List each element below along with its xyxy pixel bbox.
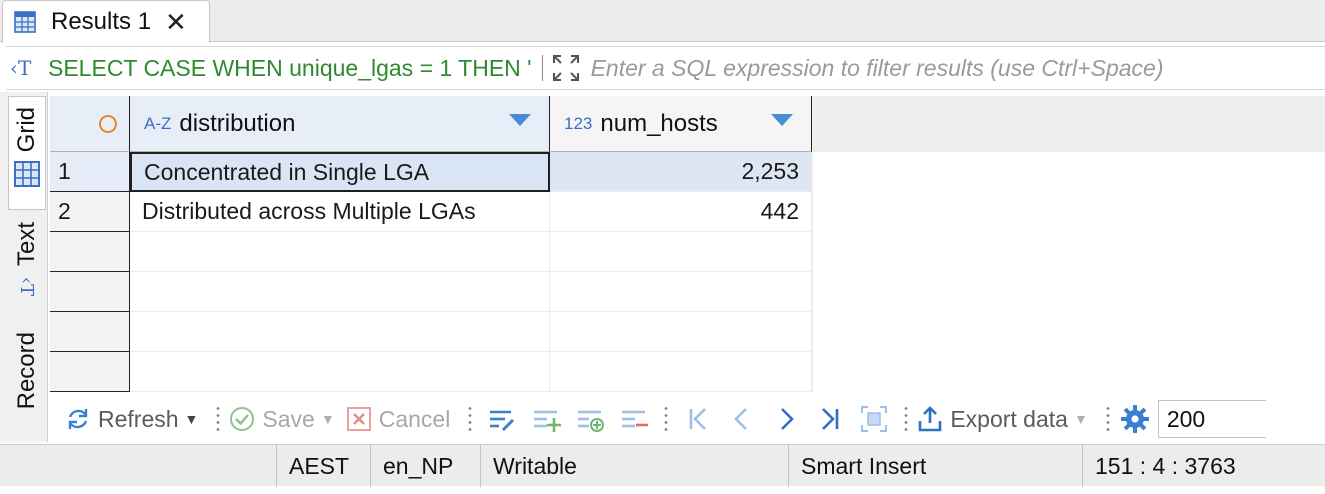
- table-cell[interactable]: 2,253: [550, 152, 812, 192]
- last-page-icon[interactable]: [815, 404, 845, 434]
- tab-label: Results 1: [51, 8, 152, 35]
- text-format-icon: ‹T: [16, 276, 38, 297]
- column-name: distribution: [179, 109, 296, 137]
- select-all-icon: [98, 114, 117, 133]
- table-cell[interactable]: Distributed across Multiple LGAs: [130, 192, 550, 232]
- row-number[interactable]: 2: [50, 192, 130, 232]
- column-header-distribution[interactable]: A-Z distribution: [130, 96, 550, 152]
- empty-row-number: [50, 312, 130, 352]
- status-insert-mode[interactable]: Smart Insert: [788, 445, 1082, 487]
- empty-cell: [130, 272, 550, 312]
- empty-cell: [550, 352, 812, 392]
- toolbar-separator: [1105, 405, 1110, 433]
- filter-input[interactable]: [590, 54, 1281, 82]
- export-icon: [919, 406, 942, 432]
- check-circle-icon: [230, 407, 255, 431]
- tab-results-1[interactable]: Results 1 ✕: [2, 0, 210, 43]
- view-tab-record[interactable]: Record: [8, 332, 46, 432]
- results-toolbar: Refresh ▼ Save ▼ Cancel Export data ▼ 20…: [50, 396, 1325, 442]
- expand-icon[interactable]: [551, 53, 581, 83]
- edit-rows-icon[interactable]: [487, 404, 517, 434]
- sql-text-icon: ‹T: [10, 56, 32, 80]
- header-corner[interactable]: [50, 96, 130, 152]
- number-type-icon: 123: [564, 113, 593, 133]
- gear-icon[interactable]: [1120, 404, 1150, 434]
- fetch-size-input[interactable]: [1157, 400, 1266, 438]
- view-tab-record-label: Record: [13, 332, 40, 410]
- view-tab-grid[interactable]: Grid: [8, 96, 46, 210]
- status-mode: Writable: [480, 445, 788, 487]
- empty-row-number: [50, 352, 130, 392]
- cancel-icon: [346, 407, 371, 431]
- fetch-all-icon[interactable]: [859, 404, 889, 434]
- table-cell[interactable]: 442: [550, 192, 812, 232]
- grid-divider: [812, 152, 813, 392]
- sort-dropdown-icon[interactable]: [509, 114, 531, 126]
- view-tab-text-label: Text: [13, 222, 40, 267]
- export-data-button[interactable]: Export data ▼: [916, 405, 1088, 433]
- next-page-icon[interactable]: [771, 404, 801, 434]
- export-data-label: Export data: [950, 405, 1068, 432]
- status-bar: AEST en_NP Writable Smart Insert 151 : 4…: [0, 444, 1325, 487]
- grid-table-icon: [14, 11, 36, 33]
- filter-bar: ‹T SELECT CASE WHEN unique_lgas = 1 THEN…: [6, 46, 1325, 90]
- cancel-label: Cancel: [378, 405, 451, 432]
- save-dropdown-icon[interactable]: ▼: [321, 411, 335, 427]
- empty-row-number: [50, 272, 130, 312]
- add-row-icon[interactable]: [531, 404, 562, 434]
- empty-row-number: [50, 232, 130, 272]
- view-switcher: Grid Text ‹T Record: [0, 92, 48, 442]
- results-tab-strip: Results 1 ✕: [0, 0, 1325, 43]
- export-dropdown-icon[interactable]: ▼: [1074, 411, 1088, 427]
- status-locale: en_NP: [370, 445, 480, 487]
- save-label: Save: [262, 405, 315, 432]
- empty-cell: [550, 312, 812, 352]
- toolbar-separator: [664, 405, 669, 433]
- results-grid: A-Z distribution 123 num_hosts 1 Concent…: [50, 96, 1325, 392]
- cancel-button[interactable]: Cancel: [345, 405, 451, 433]
- status-timezone: AEST: [276, 445, 370, 487]
- copy-row-icon[interactable]: [575, 404, 605, 434]
- delete-row-icon[interactable]: [619, 404, 649, 434]
- header-empty-area: [812, 96, 1325, 152]
- row-number[interactable]: 1: [50, 152, 130, 192]
- save-button[interactable]: Save ▼: [228, 405, 335, 433]
- toolbar-separator: [468, 405, 473, 433]
- refresh-button[interactable]: Refresh ▼: [64, 405, 198, 433]
- empty-cell: [130, 352, 550, 392]
- previous-page-icon[interactable]: [727, 404, 757, 434]
- first-page-icon[interactable]: [683, 404, 713, 434]
- filter-divider: [541, 55, 543, 81]
- column-header-num-hosts[interactable]: 123 num_hosts: [550, 96, 812, 152]
- sort-dropdown-icon[interactable]: [771, 114, 793, 126]
- column-name: num_hosts: [600, 109, 718, 137]
- view-tab-text[interactable]: Text ‹T: [8, 222, 46, 318]
- empty-cell: [130, 232, 550, 272]
- status-cursor-position: 151 : 4 : 3763: [1082, 445, 1325, 487]
- toolbar-separator: [216, 405, 221, 433]
- close-icon[interactable]: ✕: [165, 9, 187, 35]
- empty-cell: [550, 272, 812, 312]
- refresh-dropdown-icon[interactable]: ▼: [185, 411, 199, 427]
- toolbar-separator: [904, 405, 909, 433]
- text-type-icon: A-Z: [144, 113, 172, 133]
- query-preview[interactable]: SELECT CASE WHEN unique_lgas = 1 THEN ': [48, 55, 532, 82]
- table-cell[interactable]: Concentrated in Single LGA: [130, 152, 550, 192]
- refresh-icon: [68, 409, 88, 429]
- view-tab-grid-label: Grid: [13, 107, 40, 153]
- grid-icon: [14, 161, 40, 188]
- empty-cell: [130, 312, 550, 352]
- empty-cell: [550, 232, 812, 272]
- refresh-label: Refresh: [98, 405, 179, 432]
